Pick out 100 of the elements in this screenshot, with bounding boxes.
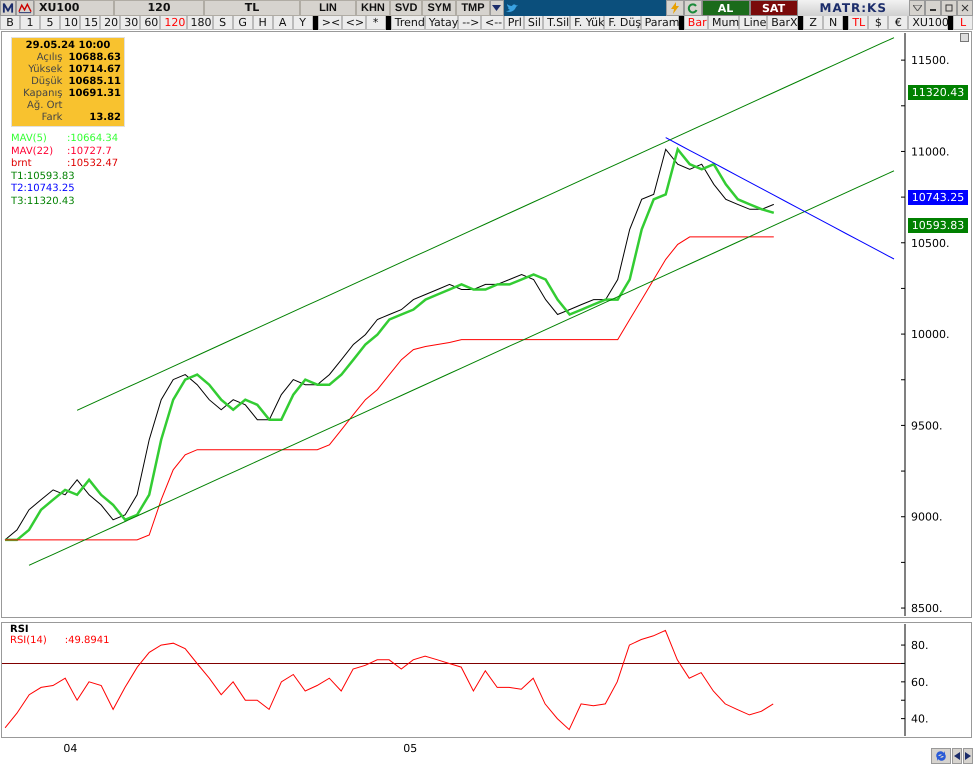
axis-label: 04 (63, 742, 78, 755)
app-logo-icon[interactable] (0, 0, 16, 16)
legend-value: :10664.34 (67, 133, 118, 146)
toolbar-button[interactable]: Yatay (424, 16, 458, 30)
group-separator (312, 16, 318, 30)
toolbar-button[interactable]: 30 (120, 16, 140, 30)
toolbar-button[interactable]: G (232, 16, 253, 30)
axis-label: 80. (911, 639, 928, 652)
maximize-icon[interactable] (941, 0, 957, 16)
toolbar-button[interactable]: N (823, 16, 844, 30)
price-tag: 10593.83 (908, 218, 968, 233)
toolbar-button[interactable]: 5 (40, 16, 60, 30)
toolbar-button[interactable]: <> (342, 16, 366, 30)
group-separator (948, 16, 954, 30)
group-separator (678, 16, 684, 30)
info-label: Açılış (36, 52, 62, 64)
toolbar-button[interactable]: 1 (20, 16, 40, 30)
info-label: Düşük (30, 76, 62, 88)
axis-label: 10500. (911, 236, 950, 250)
axis-label: 40. (911, 712, 928, 726)
minimize-icon[interactable] (925, 0, 941, 16)
toolbar-button[interactable]: SVD (390, 0, 422, 16)
legend-value: :10532.47 (67, 158, 118, 170)
axis-label: 10000. (911, 328, 950, 342)
brand-logo: MATR:KS (798, 0, 909, 16)
toolbar-button[interactable]: * (366, 16, 386, 30)
toolbar-button[interactable]: KHN (356, 0, 390, 16)
group-separator (843, 16, 848, 30)
scroll-right-icon[interactable] (963, 748, 973, 764)
refresh-icon[interactable] (684, 0, 702, 16)
legend-label: T3:11320.43 (11, 196, 75, 208)
toolbar-button[interactable]: T.Sil (543, 16, 570, 30)
axis-label: 11000. (911, 145, 950, 158)
toolbar-button[interactable]: Trend (390, 16, 425, 30)
toolbar-button[interactable]: 180 (186, 16, 213, 30)
price-tag: 10743.25 (908, 190, 968, 206)
toolbar-button[interactable]: SYM (422, 0, 456, 16)
axis-label: 8500. (911, 602, 942, 616)
legend-label: MAV(22) (11, 146, 54, 158)
legend-label: RSI(14) (10, 635, 47, 646)
toolbar-button[interactable]: --> (458, 16, 481, 30)
toolbar-button[interactable]: Prl (504, 16, 524, 30)
axis-label: 9500. (911, 419, 942, 432)
symbol-field[interactable]: XU100 (34, 0, 114, 16)
info-label: Yüksek (27, 64, 62, 76)
toolbar-button[interactable]: S (212, 16, 233, 30)
period-field[interactable]: 120 (114, 0, 204, 16)
panel-corner-icon[interactable] (960, 33, 969, 42)
dropdown-icon[interactable] (490, 0, 504, 16)
info-date: 29.05.24 10:00 (24, 40, 112, 52)
close-icon[interactable] (957, 0, 973, 16)
toolbar-button[interactable]: Mum (708, 16, 740, 30)
toolbar-button[interactable]: B (0, 16, 20, 30)
chart-icon[interactable] (16, 0, 34, 16)
toolbar-button[interactable]: $ (868, 16, 888, 30)
toolbar-button[interactable]: Sil (524, 16, 544, 30)
toolbar-button[interactable]: 15 (80, 16, 100, 30)
panel-title: RSI (10, 624, 29, 635)
toolbar-button[interactable]: Line (739, 16, 768, 30)
toolbar-button[interactable]: 20 (100, 16, 120, 30)
buy-button[interactable]: AL (702, 0, 750, 16)
axis-label: 11500. (911, 54, 950, 68)
scroll-left-icon[interactable] (952, 748, 962, 764)
toolbar-button[interactable]: F. Yük (570, 16, 604, 30)
toolbar-button[interactable]: A (272, 16, 293, 30)
legend-label: brnt (11, 158, 33, 170)
toolbar-button[interactable]: 60 (140, 16, 160, 30)
info-value: 10691.31 (68, 88, 121, 100)
toolbar-button[interactable]: <-- (480, 16, 504, 30)
toolbar-button[interactable]: BarX (767, 16, 798, 30)
info-label: Fark (40, 112, 62, 124)
toolbar-button[interactable]: 10 (60, 16, 80, 30)
sell-button[interactable]: SAT (750, 0, 798, 16)
toolbar-button[interactable]: H (252, 16, 273, 30)
toolbar-button[interactable]: LIN (300, 0, 356, 16)
sync-icon[interactable] (931, 748, 951, 764)
toolbar-button[interactable]: Y (292, 16, 313, 30)
legend-value: :49.8941 (64, 635, 110, 646)
toolbar-button[interactable]: >< (318, 16, 342, 30)
toolbar-button[interactable]: Z (803, 16, 824, 30)
axis-label: 9000. (911, 510, 942, 524)
lightning-icon[interactable] (666, 0, 684, 16)
dropdown-icon[interactable] (909, 0, 925, 16)
group-separator (798, 16, 804, 30)
toolbar-button[interactable]: € (888, 16, 908, 30)
info-label: Ağ. Ort (26, 100, 62, 112)
info-value: 10685.11 (68, 76, 121, 88)
info-value: 10688.63 (68, 52, 121, 64)
legend-value: :10727.7 (67, 146, 112, 158)
info-value: 13.82 (88, 112, 121, 124)
toolbar-button[interactable]: XU100 (908, 16, 948, 30)
axis-label: 05 (403, 742, 418, 755)
group-separator (386, 16, 391, 30)
toolbar-button[interactable]: TMP (456, 0, 490, 16)
legend-label: T1:10593.83 (11, 170, 75, 183)
toolbar-button[interactable]: F. Düş (604, 16, 641, 30)
currency-field[interactable]: TL (204, 0, 300, 16)
info-label: Kapanış (22, 88, 62, 100)
axis-label: 60. (911, 676, 928, 689)
toolbar-button[interactable]: Param (640, 16, 679, 30)
